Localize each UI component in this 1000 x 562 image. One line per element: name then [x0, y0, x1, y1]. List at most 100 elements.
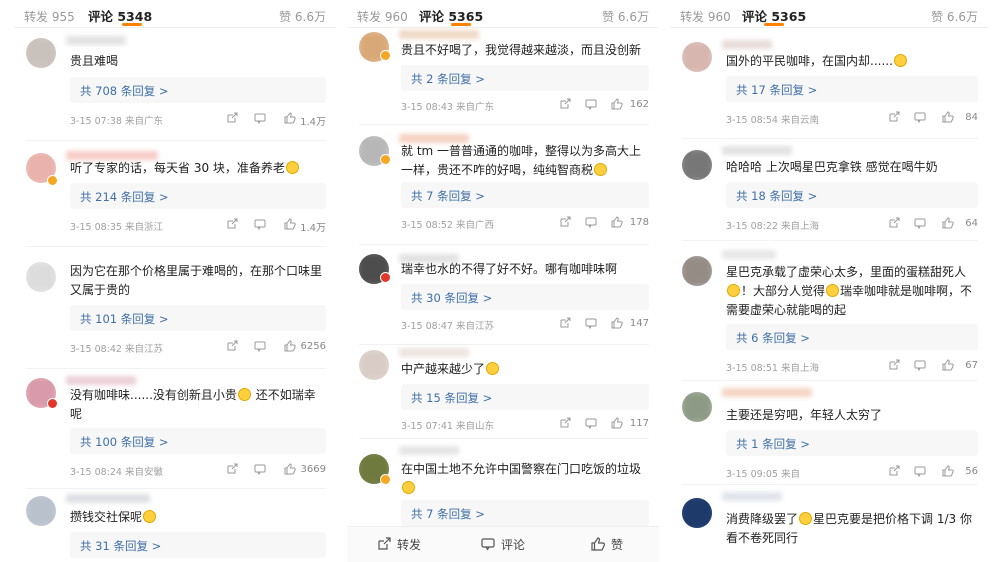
like-icon[interactable] — [611, 98, 623, 110]
comment-icon[interactable] — [914, 359, 926, 371]
comment-icon[interactable] — [481, 537, 495, 551]
tab-repost[interactable]: 转发 960 — [680, 8, 731, 25]
tab-bar: 转发 955 评论 5348 赞 6.6万 — [14, 0, 336, 28]
tab-likes[interactable]: 赞 6.6万 — [931, 8, 978, 25]
comment-time-location: 3-15 08:51 来自上海 — [726, 363, 819, 374]
avatar[interactable] — [682, 42, 712, 72]
comment-item: 没有咖啡味......没有创新且小贵 还不如瑞幸呢 共 100 条回复 > 3-… — [14, 372, 336, 484]
verified-badge — [380, 154, 391, 165]
share-icon[interactable] — [226, 340, 238, 352]
reply-count-link[interactable]: 共 2 条回复 > — [401, 65, 649, 91]
comment-icon[interactable] — [254, 218, 266, 230]
like-icon[interactable] — [611, 417, 623, 429]
avatar[interactable] — [682, 150, 712, 180]
tab-repost[interactable]: 转发 955 — [24, 8, 75, 25]
reply-count-link[interactable]: 共 7 条回复 > — [401, 182, 649, 208]
reply-count-link[interactable]: 共 31 条回复 > — [70, 532, 326, 558]
share-icon[interactable] — [377, 537, 391, 551]
reply-count-link[interactable]: 共 30 条回复 > — [401, 284, 649, 310]
tab-likes[interactable]: 赞 6.6万 — [279, 8, 326, 25]
username-blurred[interactable] — [722, 40, 772, 49]
avatar[interactable] — [682, 256, 712, 286]
share-icon[interactable] — [888, 111, 900, 123]
like-icon[interactable] — [591, 537, 605, 551]
reply-count-link[interactable]: 共 6 条回复 > — [726, 324, 978, 350]
comment-icon[interactable] — [914, 111, 926, 123]
like-icon[interactable] — [284, 340, 296, 352]
tab-repost[interactable]: 转发 960 — [357, 8, 408, 25]
like-icon[interactable] — [942, 217, 954, 229]
reply-count-link[interactable]: 共 708 条回复 > — [70, 77, 326, 103]
username-blurred[interactable] — [722, 250, 776, 259]
like-icon[interactable] — [611, 216, 623, 228]
reply-count-link[interactable]: 共 101 条回复 > — [70, 305, 326, 331]
reply-count-link[interactable]: 共 7 条回复 > — [401, 500, 649, 526]
like-icon[interactable] — [611, 317, 623, 329]
like-icon[interactable] — [942, 465, 954, 477]
username-blurred[interactable] — [399, 446, 459, 455]
avatar[interactable] — [26, 262, 56, 292]
reply-count-link[interactable]: 共 17 条回复 > — [726, 76, 978, 102]
like-icon[interactable] — [284, 112, 296, 124]
comment-icon[interactable] — [585, 216, 597, 228]
reply-count-link[interactable]: 共 214 条回复 > — [70, 183, 326, 209]
reply-count-link[interactable]: 共 18 条回复 > — [726, 182, 978, 208]
avatar[interactable] — [682, 498, 712, 528]
comment-item: 哈哈哈 上次喝星巴克拿铁 感觉在喝牛奶 共 18 条回复 > 3-15 08:2… — [670, 142, 988, 238]
avatar[interactable] — [682, 392, 712, 422]
username-blurred[interactable] — [722, 492, 782, 501]
like-count: 3669 — [300, 464, 326, 475]
comment-meta: 3-15 08:51 来自上海 67 — [726, 359, 978, 374]
comment-icon[interactable] — [585, 98, 597, 110]
avatar[interactable] — [26, 38, 56, 68]
username-blurred[interactable] — [722, 146, 792, 155]
username-blurred[interactable] — [66, 376, 136, 385]
share-icon[interactable] — [226, 112, 238, 124]
like-icon[interactable] — [284, 463, 296, 475]
comment-button[interactable]: 评论 — [501, 536, 525, 553]
share-button[interactable]: 转发 — [397, 536, 421, 553]
avatar[interactable] — [359, 350, 389, 380]
share-icon[interactable] — [888, 465, 900, 477]
like-count: 162 — [629, 99, 649, 110]
share-icon[interactable] — [559, 98, 571, 110]
comment-icon[interactable] — [254, 463, 266, 475]
share-icon[interactable] — [226, 463, 238, 475]
comment-icon[interactable] — [914, 465, 926, 477]
share-icon[interactable] — [888, 217, 900, 229]
avatar[interactable] — [26, 496, 56, 526]
username-blurred[interactable] — [399, 30, 479, 39]
share-icon[interactable] — [559, 216, 571, 228]
username-blurred[interactable] — [66, 36, 126, 45]
comment-time-location: 3-15 08:35 来自浙江 — [70, 222, 163, 233]
comment-icon[interactable] — [585, 317, 597, 329]
like-icon[interactable] — [942, 111, 954, 123]
share-icon[interactable] — [559, 317, 571, 329]
divider — [359, 124, 649, 125]
like-button[interactable]: 赞 — [611, 536, 623, 553]
comment-meta: 3-15 08:47 来自江苏 147 — [401, 317, 649, 332]
comment-time-location: 3-15 08:43 来自广东 — [401, 102, 494, 113]
comment-text: 国外的平民咖啡，在国内却...... — [726, 52, 974, 71]
share-icon[interactable] — [559, 417, 571, 429]
comment-icon[interactable] — [585, 417, 597, 429]
comment-item: 星巴克承载了虚荣心太多，里面的蛋糕甜死人！大部分人觉得 瑞幸咖啡就是咖啡啊，不需要… — [670, 246, 988, 380]
share-icon[interactable] — [226, 218, 238, 230]
reply-count-link[interactable]: 共 15 条回复 > — [401, 384, 649, 410]
like-icon[interactable] — [942, 359, 954, 371]
reply-count-link[interactable]: 共 100 条回复 > — [70, 428, 326, 454]
username-blurred[interactable] — [66, 494, 150, 503]
share-icon[interactable] — [888, 359, 900, 371]
divider — [26, 246, 326, 247]
comment-icon[interactable] — [254, 340, 266, 352]
reply-count-link[interactable]: 共 1 条回复 > — [726, 430, 978, 456]
comment-icon[interactable] — [914, 217, 926, 229]
tab-comments[interactable]: 评论 5348 — [88, 6, 152, 25]
comment-icon[interactable] — [254, 112, 266, 124]
username-blurred[interactable] — [722, 388, 812, 397]
comment-item: 攒钱交社保呢 共 31 条回复 > — [14, 490, 336, 562]
like-icon[interactable] — [284, 218, 296, 230]
tab-likes[interactable]: 赞 6.6万 — [602, 8, 649, 25]
username-blurred[interactable] — [399, 348, 469, 357]
tab-bar: 转发 960 评论 5365 赞 6.6万 — [347, 0, 659, 28]
